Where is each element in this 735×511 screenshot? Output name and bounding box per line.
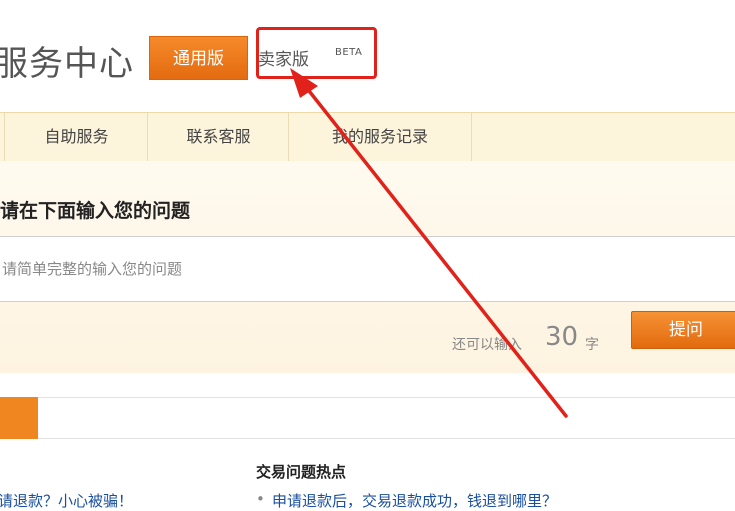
remaining-label: 还可以输入 [452,337,522,353]
hot-topic-link[interactable]: 申请退款后，交易退款成功，钱退到哪里？ [272,490,557,511]
hot-topics-title: 交易问题热点 [256,463,347,481]
remaining-count: 30 [545,322,579,352]
page-title: 服务中心 [0,44,134,84]
refund-warning-link[interactable]: 请退款？小心被骗！ [0,490,133,511]
question-heading: 请在下面输入您的问题 [0,200,191,222]
bullet-icon: • [256,490,265,508]
nav-item-service-records[interactable]: 我的服务记录 [288,113,472,161]
progress-fill [0,397,38,439]
annotation-highlight-box [256,27,377,79]
progress-strip [0,397,735,439]
remaining-unit: 字 [585,337,599,353]
tab-general[interactable]: 通用版 [149,36,248,80]
nav-item-self-service[interactable]: 自助服务 [4,113,148,161]
submit-question-button[interactable]: 提问 [631,311,735,349]
question-input-placeholder: 请简单完整的输入您的问题 [2,260,183,278]
nav-item-contact-support[interactable]: 联系客服 [147,113,289,161]
nav-bar: 自助服务 联系客服 我的服务记录 [0,112,735,162]
